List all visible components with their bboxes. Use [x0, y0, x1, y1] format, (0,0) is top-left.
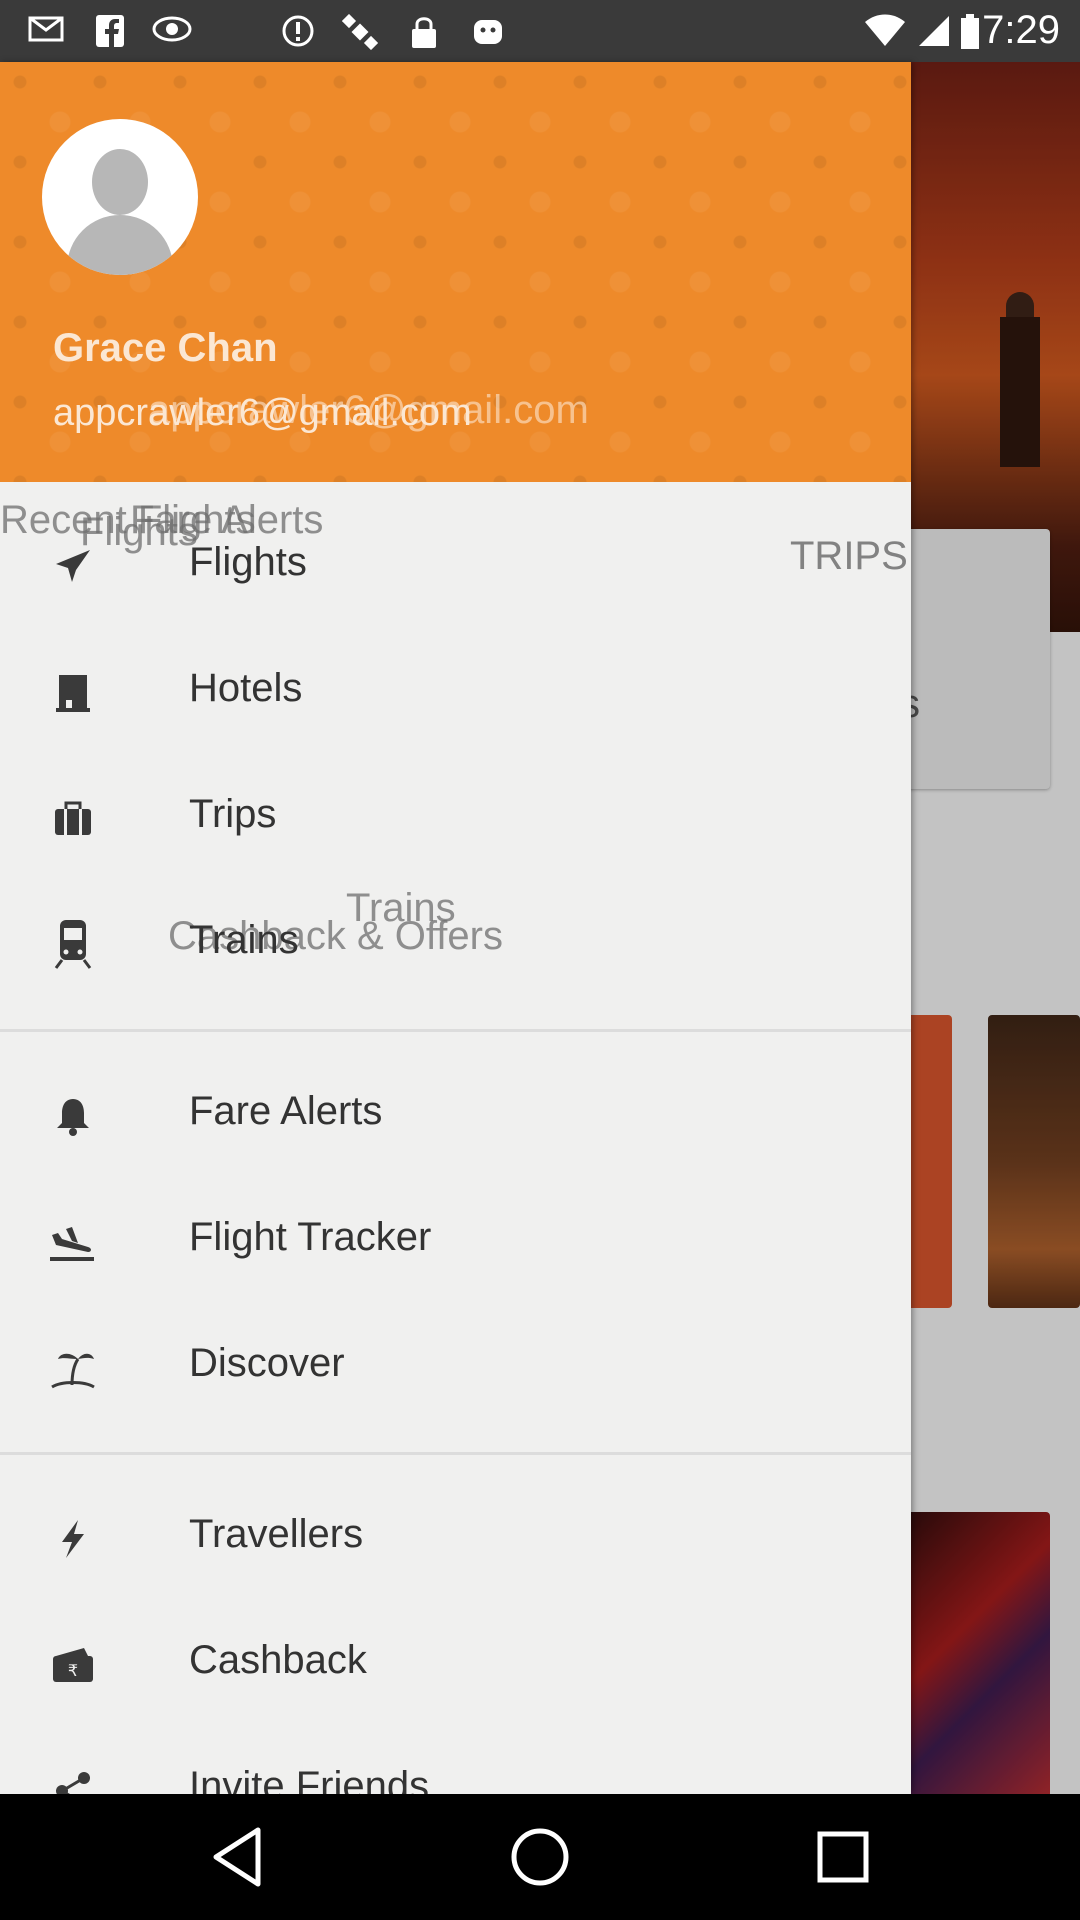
lightning-icon: [52, 1518, 94, 1560]
home-button[interactable]: [505, 1822, 575, 1892]
back-button[interactable]: [202, 1822, 272, 1892]
menu-item-invite-friends[interactable]: Invite Friends: [0, 1740, 911, 1794]
eye-icon: [152, 14, 192, 48]
wifi-icon: [865, 14, 905, 48]
menu-divider: [0, 1452, 911, 1455]
island-icon: [50, 1347, 96, 1389]
menu-item-fare-alerts[interactable]: Fare Alerts: [0, 1065, 911, 1165]
airplane-icon: [52, 546, 94, 588]
status-bar: 7:29: [0, 0, 1080, 62]
briefcase-icon: [52, 798, 94, 840]
menu-item-discover[interactable]: Discover: [0, 1317, 911, 1417]
lock-icon: [406, 14, 442, 48]
recents-button[interactable]: [808, 1822, 878, 1892]
menu-item-cashback[interactable]: ₹ Cashback: [0, 1614, 911, 1714]
menu-item-flights[interactable]: Flights: [0, 516, 911, 616]
menu-label: Fare Alerts: [189, 1089, 383, 1133]
avatar-head: [92, 149, 148, 215]
svg-text:₹: ₹: [68, 1661, 78, 1680]
system-nav-bar: [0, 1794, 1080, 1920]
menu-label: Trips: [189, 792, 277, 836]
android-icon: [470, 14, 506, 48]
menu-label: Cashback: [189, 1638, 367, 1682]
menu-label: Travellers: [189, 1512, 364, 1556]
bell-icon: [52, 1095, 94, 1137]
menu-item-trains[interactable]: Trains: [0, 894, 911, 994]
menu-item-travellers[interactable]: Travellers: [0, 1488, 911, 1588]
menu-label: Flights: [189, 540, 307, 584]
avatar-body: [67, 215, 173, 275]
mail-icon: [28, 14, 64, 48]
menu-label: Flight Tracker: [189, 1215, 432, 1259]
drawer-header: Grace Chan appcrawler6@gmail.com appcraw…: [0, 62, 911, 482]
cash-icon: ₹: [50, 1644, 96, 1686]
hotel-icon: [52, 672, 94, 714]
menu-item-trips[interactable]: Trips: [0, 768, 911, 868]
menu-label: Invite Friends: [189, 1764, 430, 1794]
menu-item-flight-tracker[interactable]: Flight Tracker: [0, 1191, 911, 1291]
user-name: Grace Chan: [53, 326, 278, 370]
navigation-drawer: Grace Chan appcrawler6@gmail.com appcraw…: [0, 62, 911, 1794]
menu-label: Hotels: [189, 666, 303, 710]
train-icon: [52, 918, 94, 969]
menu-item-hotels[interactable]: Hotels: [0, 642, 911, 742]
avatar[interactable]: [42, 119, 198, 275]
menu-divider: [0, 1029, 911, 1032]
facebook-icon: [92, 14, 128, 48]
satellite-icon: [341, 13, 379, 51]
clock: 7:29: [982, 8, 1060, 52]
menu-label: Discover: [189, 1341, 345, 1385]
signal-icon: [917, 14, 953, 48]
user-email: appcrawler6@gmail.com: [53, 392, 472, 434]
flight-landing-icon: [48, 1221, 96, 1263]
share-icon: [52, 1770, 94, 1794]
battery-icon: [960, 14, 980, 49]
alert-icon: [280, 14, 316, 48]
menu-label: Trains: [189, 918, 299, 962]
